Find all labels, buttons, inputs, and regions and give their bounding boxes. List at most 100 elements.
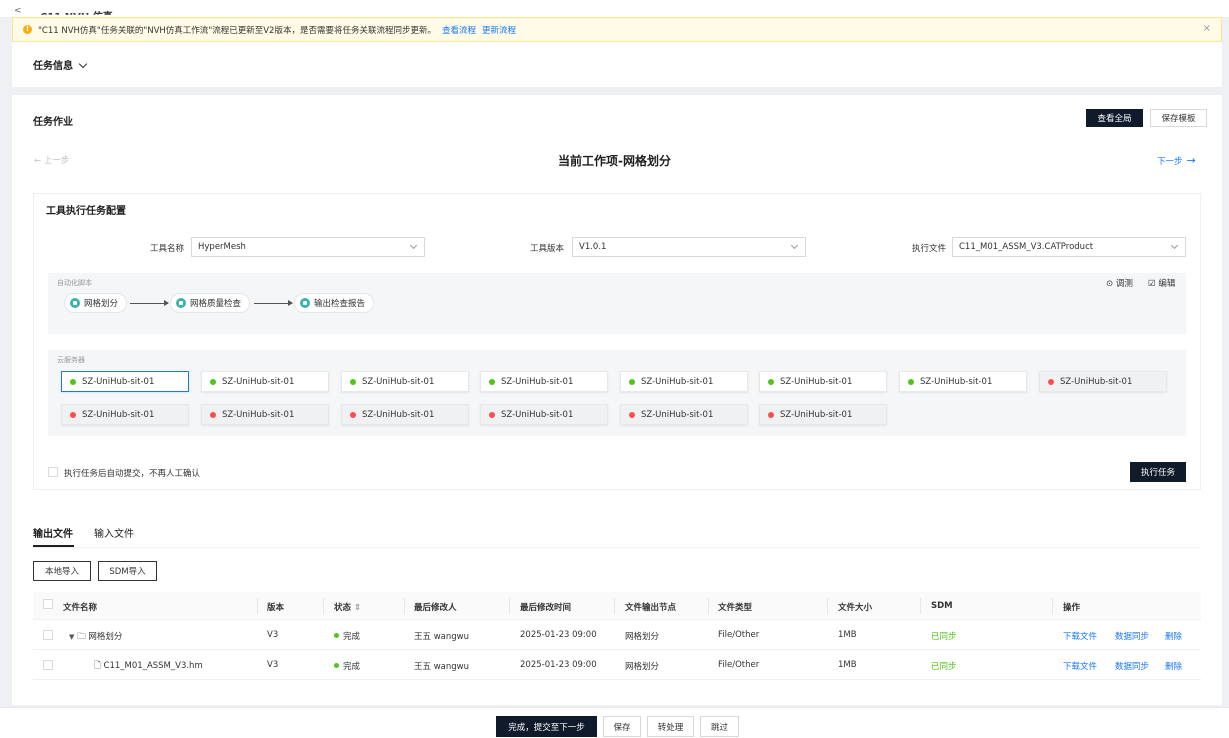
task-info-toggle[interactable]: 任务信息 xyxy=(33,57,88,72)
col-status[interactable]: 状态 ⇕ xyxy=(334,601,361,613)
debug-button[interactable]: ⊙ 调测 xyxy=(1106,277,1133,289)
execute-task-button[interactable]: 执行任务 xyxy=(1130,462,1186,482)
status-offline-icon xyxy=(70,411,76,418)
server-item[interactable]: SZ-UniHub-sit-01 xyxy=(480,371,608,392)
chevron-down-icon xyxy=(78,59,88,69)
server-item[interactable]: SZ-UniHub-sit-01 xyxy=(620,404,748,425)
version-cell: V3 xyxy=(267,630,278,640)
server-item[interactable]: SZ-UniHub-sit-01 xyxy=(480,404,608,425)
download-link[interactable]: 下载文件 xyxy=(1063,632,1097,642)
node-icon xyxy=(176,298,186,308)
sync-cell[interactable]: 数据同步 xyxy=(1115,660,1149,672)
tool-version-select[interactable]: V1.0.1 xyxy=(572,237,806,257)
delete-link[interactable]: 删除 xyxy=(1165,662,1182,672)
server-item[interactable]: SZ-UniHub-sit-01 xyxy=(899,371,1027,392)
server-name: SZ-UniHub-sit-01 xyxy=(780,376,853,387)
sync-cell[interactable]: 数据同步 xyxy=(1115,630,1149,642)
update-flow-link[interactable]: 更新流程 xyxy=(482,24,516,36)
next-step-button[interactable]: 下一步 → xyxy=(1157,154,1196,167)
server-item[interactable]: SZ-UniHub-sit-01 xyxy=(201,404,329,425)
server-label: 云服务器 xyxy=(57,356,85,364)
flow-node[interactable]: 网格质量检查 xyxy=(170,293,251,313)
select-all-checkbox[interactable] xyxy=(43,599,53,609)
close-icon[interactable]: × xyxy=(1203,23,1211,34)
chevron-down-icon xyxy=(409,241,418,250)
delete-cell[interactable]: 删除 xyxy=(1165,630,1182,642)
download-link[interactable]: 下载文件 xyxy=(1063,662,1097,672)
download-cell[interactable]: 下载文件 xyxy=(1063,630,1097,642)
col-separator xyxy=(404,598,405,614)
type-value: File/Other xyxy=(718,630,760,640)
status-done-icon xyxy=(334,663,339,668)
time-value: 2025-01-23 09:00 xyxy=(520,630,597,640)
status-online-icon xyxy=(489,378,495,385)
server-item[interactable]: SZ-UniHub-sit-01 xyxy=(341,404,469,425)
flow-node[interactable]: 输出检查报告 xyxy=(294,293,375,313)
flow-arrow xyxy=(130,300,169,306)
size-value: 1MB xyxy=(838,630,857,640)
modifier-value: 王五 wangwu xyxy=(414,632,469,642)
col-separator xyxy=(614,598,615,614)
delete-link[interactable]: 删除 xyxy=(1165,632,1182,642)
server-item[interactable]: SZ-UniHub-sit-01 xyxy=(201,371,329,392)
auto-submit-checkbox[interactable] xyxy=(48,467,58,477)
transfer-button[interactable]: 转处理 xyxy=(647,716,694,737)
caret-down-icon[interactable]: ▼ xyxy=(69,633,74,641)
task-info-panel xyxy=(12,42,1222,87)
server-item[interactable]: SZ-UniHub-sit-01 xyxy=(759,371,887,392)
debug-label: 调测 xyxy=(1115,279,1133,289)
file-name: 网格划分 xyxy=(88,632,123,642)
tab-output-files[interactable]: 输出文件 xyxy=(33,525,73,540)
col-file-name: 文件名称 xyxy=(63,603,98,613)
tool-name-label: 工具名称 xyxy=(150,244,185,254)
view-flow-link[interactable]: 查看流程 xyxy=(442,24,476,36)
col-separator xyxy=(708,598,709,614)
server-item[interactable]: SZ-UniHub-sit-01 xyxy=(1039,371,1167,392)
table-header xyxy=(33,592,1201,620)
sync-link[interactable]: 数据同步 xyxy=(1115,632,1149,642)
exec-file-label: 执行文件 xyxy=(912,244,947,254)
server-item[interactable]: SZ-UniHub-sit-01 xyxy=(61,371,189,392)
exec-file-select[interactable]: C11_M01_ASSM_V3.CATProduct xyxy=(952,237,1186,257)
view-all-button[interactable]: 查看全局 xyxy=(1086,109,1143,127)
status-online-icon xyxy=(70,378,76,385)
server-name: SZ-UniHub-sit-01 xyxy=(82,376,155,387)
back-arrow-icon[interactable]: < xyxy=(14,6,22,16)
col-separator xyxy=(257,598,258,614)
status-online-icon xyxy=(768,378,774,385)
server-name: SZ-UniHub-sit-01 xyxy=(641,376,714,387)
chevron-down-icon xyxy=(1170,241,1179,250)
status-offline-icon xyxy=(210,411,216,418)
row-checkbox[interactable] xyxy=(43,660,53,670)
edit-icon: ☑ xyxy=(1148,279,1159,289)
type-cell: File/Other xyxy=(718,660,759,670)
file-name-cell[interactable]: 🗋 C11_M01_ASSM_V3.hm xyxy=(94,660,203,674)
flow-node-label: 网格划分 xyxy=(84,299,119,309)
flow-node[interactable]: 网格划分 xyxy=(64,293,128,313)
local-import-button[interactable]: 本地导入 xyxy=(33,561,91,581)
edit-button[interactable]: ☑ 编辑 xyxy=(1148,277,1175,289)
type-value: File/Other xyxy=(718,660,760,670)
complete-submit-button[interactable]: 完成，提交至下一步 xyxy=(496,716,597,737)
row-checkbox[interactable] xyxy=(43,630,53,640)
save-button[interactable]: 保存 xyxy=(603,716,641,737)
delete-cell[interactable]: 删除 xyxy=(1165,660,1182,672)
tool-version-label: 工具版本 xyxy=(530,244,565,254)
server-item[interactable]: SZ-UniHub-sit-01 xyxy=(759,404,887,425)
tab-input-files[interactable]: 输入文件 xyxy=(94,525,134,540)
skip-button[interactable]: 跳过 xyxy=(700,716,739,737)
tool-name-select[interactable]: HyperMesh xyxy=(191,237,425,257)
file-name-cell[interactable]: ▼ 🗀 网格划分 xyxy=(69,630,122,645)
server-item[interactable]: SZ-UniHub-sit-01 xyxy=(61,404,189,425)
server-item[interactable]: SZ-UniHub-sit-01 xyxy=(341,371,469,392)
sdm-import-button[interactable]: SDM导入 xyxy=(98,561,157,581)
col-modifier: 最后修改人 xyxy=(414,603,457,613)
sync-link[interactable]: 数据同步 xyxy=(1115,662,1149,672)
save-template-button[interactable]: 保存模板 xyxy=(1150,109,1207,127)
server-item[interactable]: SZ-UniHub-sit-01 xyxy=(620,371,748,392)
download-cell[interactable]: 下载文件 xyxy=(1063,660,1097,672)
notice-message: "C11 NVH仿真"任务关联的"NVH仿真工作流"流程已更新至V2版本，是否需… xyxy=(38,25,436,36)
version-value: V3 xyxy=(267,660,279,670)
current-work-item: 当前工作项-网格划分 xyxy=(558,154,671,168)
node-icon xyxy=(300,298,310,308)
